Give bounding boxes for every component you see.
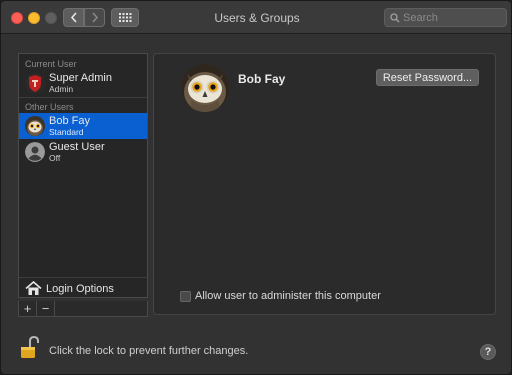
allow-admin-option[interactable]: Allow user to administer this computer xyxy=(180,290,381,302)
divider xyxy=(19,97,147,98)
lock-message: Click the lock to prevent further change… xyxy=(49,345,249,357)
other-users-heading: Other Users xyxy=(25,102,74,112)
add-remove-bar: + − xyxy=(18,301,148,317)
chevron-left-icon xyxy=(70,12,77,23)
grid-icon xyxy=(118,13,131,22)
help-button[interactable]: ? xyxy=(480,344,496,360)
user-row-super-admin[interactable]: Super Admin Admin xyxy=(19,70,147,96)
login-options-item[interactable]: Login Options xyxy=(19,277,147,299)
guest-avatar-icon xyxy=(25,142,45,162)
house-icon xyxy=(25,281,42,295)
add-user-button[interactable]: + xyxy=(19,301,37,316)
search-input[interactable] xyxy=(403,10,503,25)
owl-avatar-icon xyxy=(25,116,45,136)
user-row-bob-fay[interactable]: Bob Fay Standard xyxy=(19,113,147,139)
zoom-window-button[interactable] xyxy=(45,12,57,24)
user-detail-panel: Bob Fay Reset Password... Allow user to … xyxy=(153,53,496,315)
reset-password-button[interactable]: Reset Password... xyxy=(376,69,479,86)
user-name: Super Admin xyxy=(49,72,112,84)
admin-avatar-icon xyxy=(25,73,45,93)
login-options-label: Login Options xyxy=(46,283,114,295)
current-user-heading: Current User xyxy=(25,59,77,69)
show-all-button[interactable] xyxy=(111,8,139,27)
users-groups-window: Users & Groups Current User Super Admin … xyxy=(0,0,512,375)
user-role: Admin xyxy=(49,84,74,94)
lock-icon[interactable] xyxy=(19,335,41,362)
user-row-guest-user[interactable]: Guest User Off xyxy=(19,139,147,165)
selected-user-name: Bob Fay xyxy=(238,72,286,86)
remove-user-button[interactable]: − xyxy=(37,301,55,316)
users-sidebar: Current User Super Admin Admin Other Use… xyxy=(18,53,148,298)
user-role: Off xyxy=(49,153,61,163)
close-window-button[interactable] xyxy=(11,12,23,24)
user-name: Bob Fay xyxy=(49,115,90,127)
user-role: Standard xyxy=(49,127,84,137)
allow-admin-label: Allow user to administer this computer xyxy=(195,290,381,302)
user-name: Guest User xyxy=(49,141,105,153)
chevron-right-icon xyxy=(91,12,98,23)
search-icon xyxy=(390,13,400,23)
owl-avatar-icon[interactable] xyxy=(181,64,229,112)
title-bar: Users & Groups xyxy=(1,1,511,34)
minimize-window-button[interactable] xyxy=(28,12,40,24)
forward-button[interactable] xyxy=(84,8,105,27)
search-field[interactable] xyxy=(384,8,507,27)
allow-admin-checkbox[interactable] xyxy=(180,290,191,302)
back-button[interactable] xyxy=(63,8,84,27)
